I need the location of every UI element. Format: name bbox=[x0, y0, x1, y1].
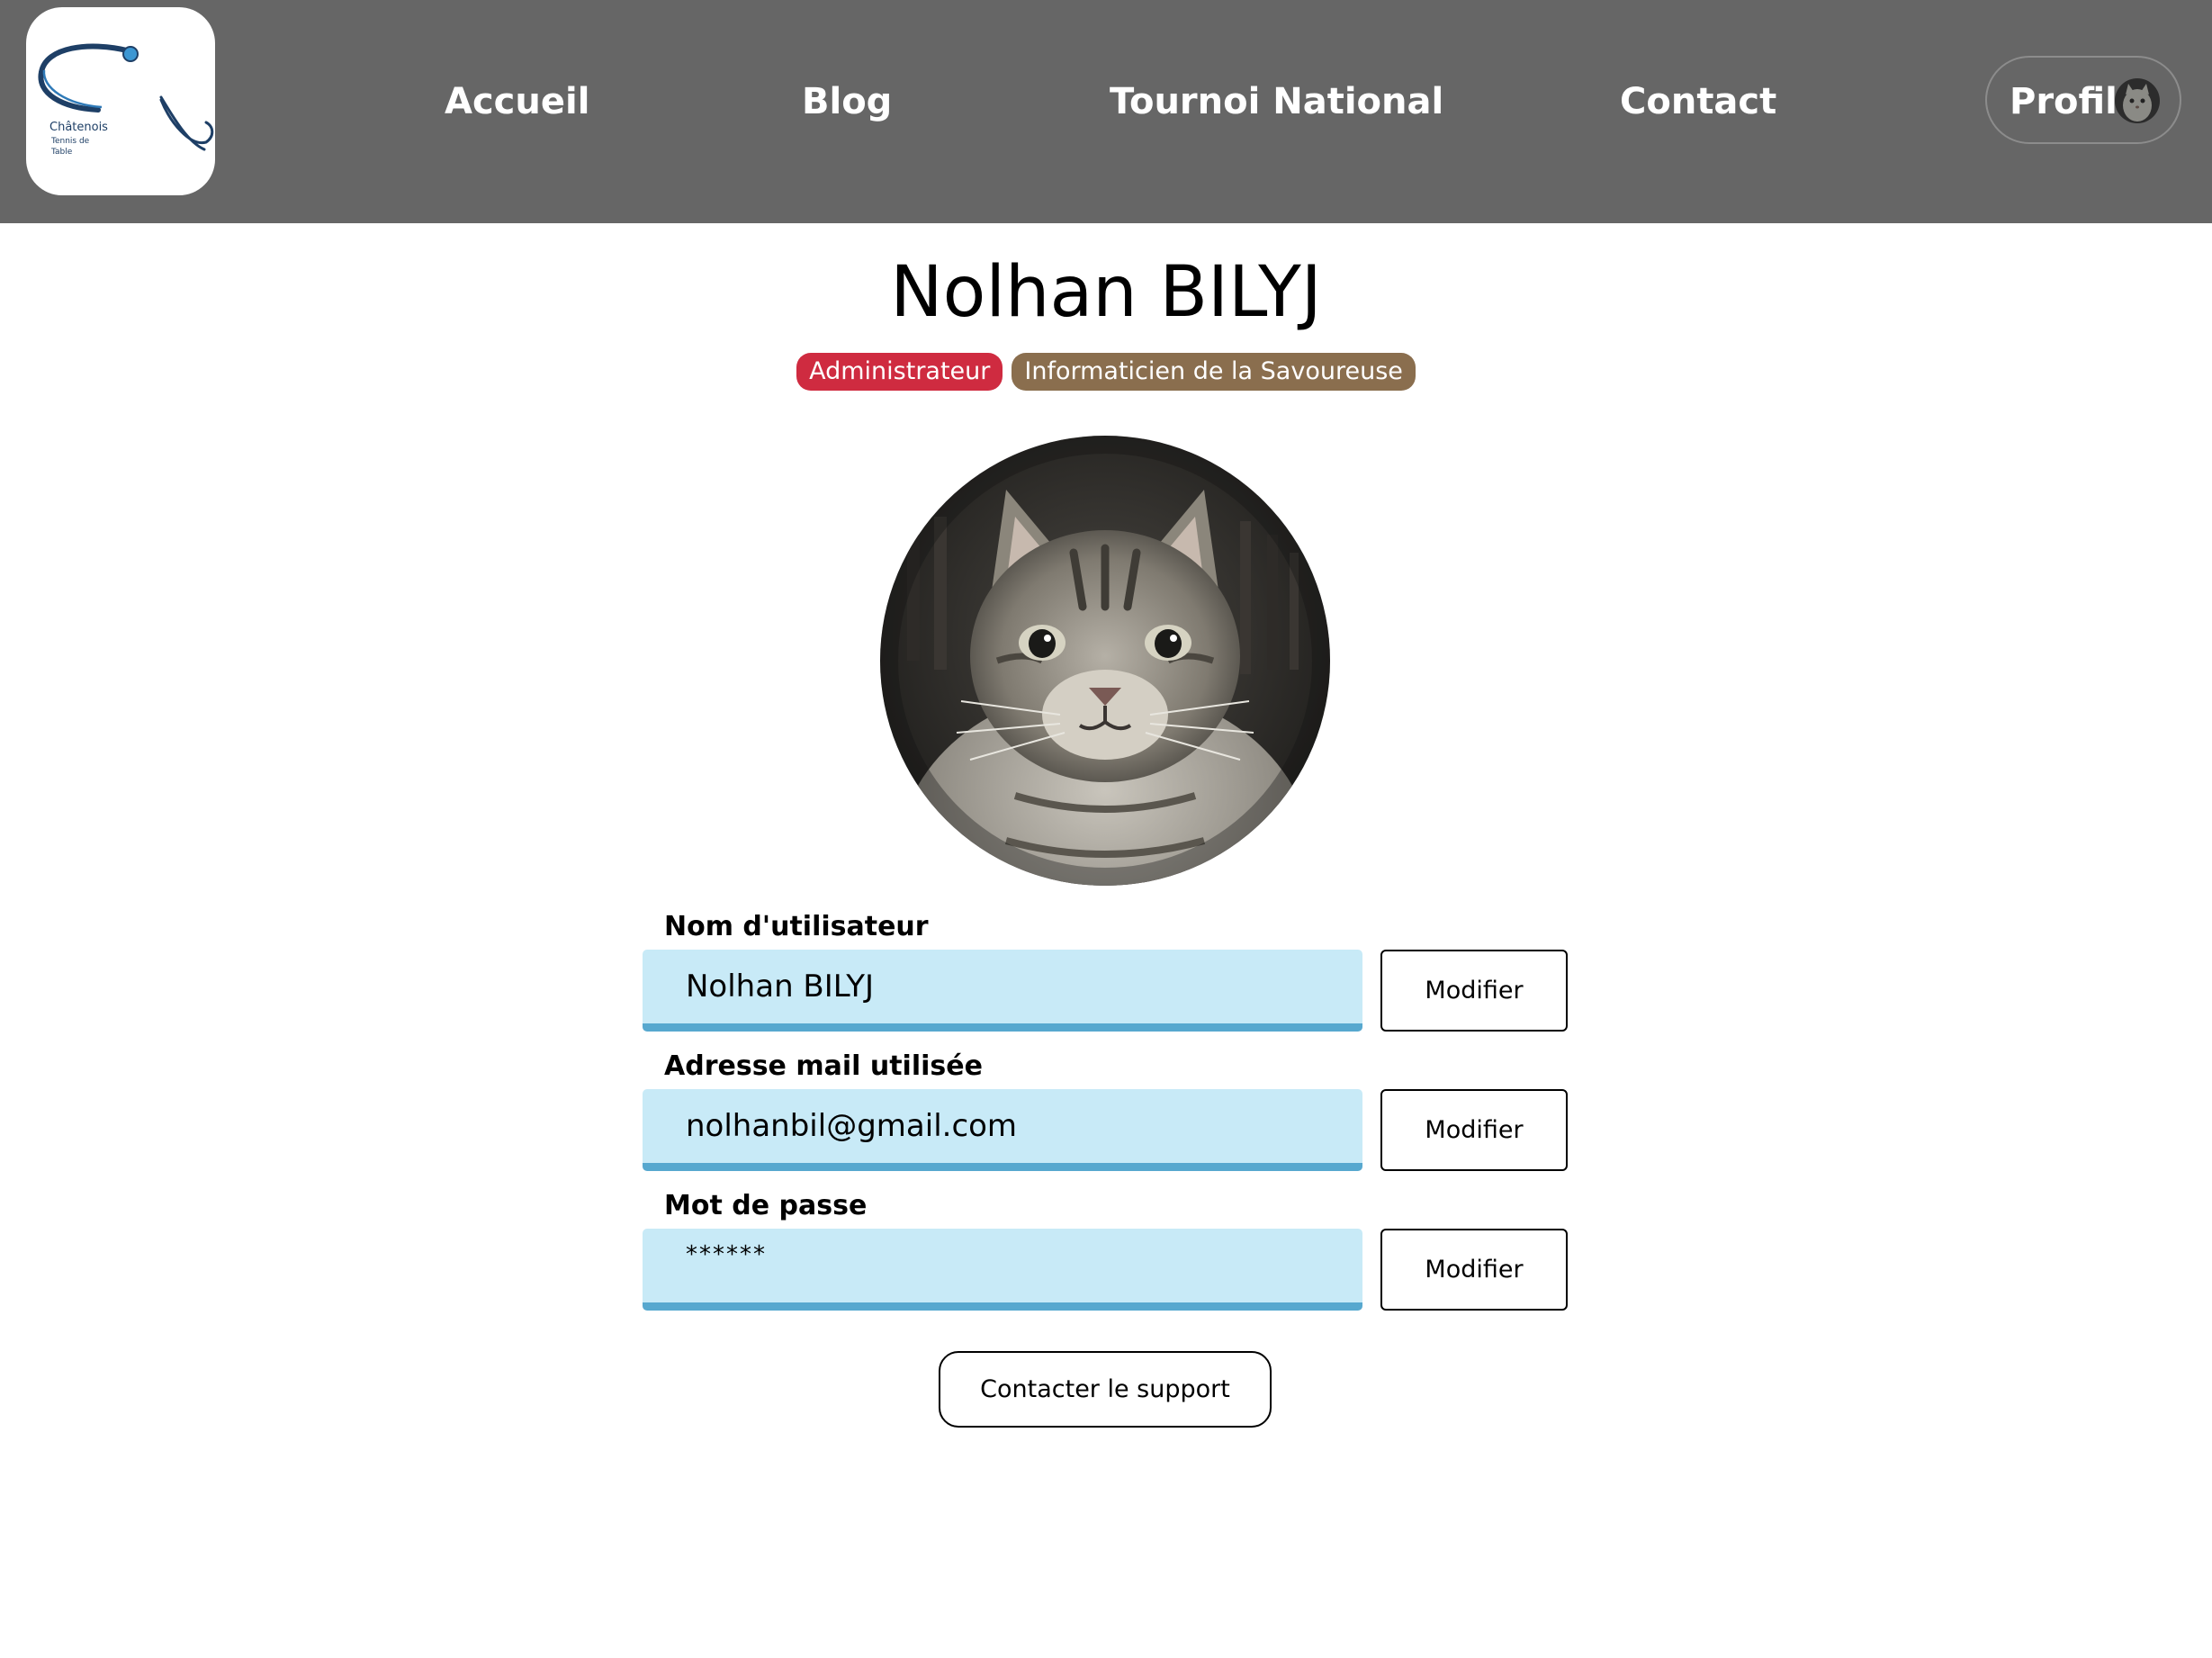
profile-avatar-cat-photo[interactable] bbox=[880, 436, 1330, 886]
username-field[interactable] bbox=[643, 950, 1362, 1032]
nav-link-tournoi-national[interactable]: Tournoi National bbox=[1110, 72, 1443, 131]
title-badge-informaticien: Informaticien de la Savoureuse bbox=[1012, 353, 1416, 391]
profil-label: Profil bbox=[2010, 81, 2118, 122]
top-navbar: Châtenois Tennis de Table Accueil Blog T… bbox=[0, 0, 2212, 223]
nav-link-accueil[interactable]: Accueil bbox=[445, 72, 589, 131]
logo-text-line3: Table bbox=[50, 148, 73, 157]
modify-email-button[interactable]: Modifier bbox=[1380, 1089, 1568, 1171]
club-logo-icon: Châtenois Tennis de Table bbox=[38, 43, 214, 157]
password-field[interactable] bbox=[643, 1229, 1362, 1311]
profile-badges: Administrateur Informaticien de la Savou… bbox=[0, 353, 2212, 391]
password-label: Mot de passe bbox=[664, 1190, 868, 1221]
nav-link-blog[interactable]: Blog bbox=[802, 72, 892, 131]
modify-password-button[interactable]: Modifier bbox=[1380, 1229, 1568, 1311]
cat-avatar-icon bbox=[2115, 78, 2160, 123]
club-logo[interactable]: Châtenois Tennis de Table bbox=[26, 7, 215, 195]
username-label: Nom d'utilisateur bbox=[664, 911, 929, 942]
modify-username-button[interactable]: Modifier bbox=[1380, 950, 1568, 1032]
logo-text-line2: Tennis de bbox=[50, 137, 90, 146]
nav-link-contact[interactable]: Contact bbox=[1620, 72, 1776, 131]
role-badge-administrateur: Administrateur bbox=[796, 353, 1003, 391]
logo-text-line1: Châtenois bbox=[49, 121, 108, 134]
email-label: Adresse mail utilisée bbox=[664, 1050, 983, 1082]
contact-support-button[interactable]: Contacter le support bbox=[939, 1351, 1272, 1428]
profil-button[interactable]: Profil bbox=[1985, 56, 2181, 144]
profile-name-heading: Nolhan BILYJ bbox=[890, 252, 1322, 333]
email-field[interactable] bbox=[643, 1089, 1362, 1171]
